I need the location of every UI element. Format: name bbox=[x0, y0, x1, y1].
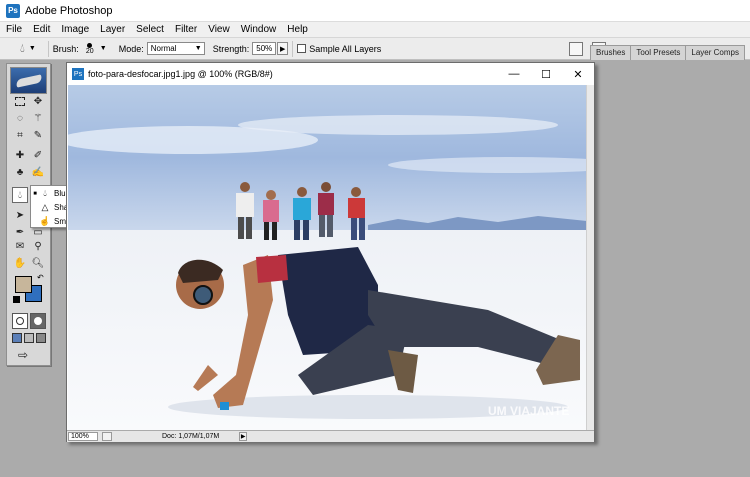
chevron-down-icon: ▼ bbox=[194, 45, 202, 52]
palette-well: Brushes Tool Presets Layer Comps bbox=[590, 42, 745, 60]
menu-select[interactable]: Select bbox=[131, 24, 169, 35]
palette-well-icon[interactable] bbox=[569, 41, 584, 56]
document-window: Ps foto-para-desfocar.jpg1.jpg @ 100% (R… bbox=[66, 62, 595, 442]
brush-label: Brush: bbox=[52, 43, 79, 54]
strength-label: Strength: bbox=[212, 43, 250, 54]
eyedropper-tool-icon[interactable]: ⚲ bbox=[30, 238, 46, 254]
tab-brushes[interactable]: Brushes bbox=[590, 45, 632, 60]
app-title-bar: Ps Adobe Photoshop bbox=[0, 0, 750, 22]
history-brush-tool-icon[interactable]: ✍ bbox=[30, 164, 46, 180]
toolbox-header-logo[interactable] bbox=[10, 67, 47, 94]
circle-icon bbox=[16, 317, 24, 325]
hand-tool-icon[interactable]: ✋ bbox=[12, 255, 28, 271]
jump-to-imageready-icon[interactable]: ⇨ bbox=[15, 347, 31, 363]
zoom-field[interactable]: 100% bbox=[68, 432, 98, 441]
slice-tool-icon[interactable]: ✎ bbox=[30, 127, 46, 143]
blur-drop-icon: 💧︎ bbox=[43, 188, 47, 198]
tab-tool-presets[interactable]: Tool Presets bbox=[630, 45, 687, 60]
document-title: foto-para-desfocar.jpg1.jpg @ 100% (RGB/… bbox=[88, 69, 273, 79]
menu-image[interactable]: Image bbox=[56, 24, 94, 35]
document-title-bar[interactable]: Ps foto-para-desfocar.jpg1.jpg @ 100% (R… bbox=[67, 63, 594, 85]
status-menu-arrow-icon[interactable]: ▶ bbox=[239, 432, 248, 441]
healing-brush-tool-icon[interactable]: ✚ bbox=[12, 147, 28, 163]
path-selection-tool-icon[interactable]: ➤ bbox=[12, 207, 28, 223]
menu-bar: File Edit Image Layer Select Filter View… bbox=[0, 22, 750, 38]
maximize-icon[interactable]: ☐ bbox=[530, 68, 562, 81]
document-ps-icon: Ps bbox=[72, 68, 84, 80]
doc-size-info: Doc: 1,07M/1,07M bbox=[162, 433, 220, 440]
menu-view[interactable]: View bbox=[203, 24, 235, 35]
default-colors-icon[interactable] bbox=[13, 296, 20, 303]
brush-tool-icon[interactable]: ✐ bbox=[30, 147, 46, 163]
separator bbox=[47, 40, 49, 57]
notes-tool-icon[interactable]: ✉ bbox=[12, 238, 28, 254]
status-options-icon[interactable] bbox=[102, 432, 112, 441]
move-tool-icon[interactable]: ✥ bbox=[30, 93, 46, 109]
vertical-scrollbar[interactable] bbox=[586, 85, 594, 430]
swap-colors-icon[interactable]: ↶ bbox=[37, 273, 44, 282]
lasso-tool-icon[interactable]: ◌ bbox=[12, 110, 28, 126]
menu-help[interactable]: Help bbox=[282, 24, 313, 35]
menu-file[interactable]: File bbox=[1, 24, 27, 35]
photo-salt-flat-people: UM VIAJANTE bbox=[68, 85, 587, 430]
clone-stamp-tool-icon[interactable]: ♣ bbox=[12, 164, 28, 180]
full-screen-mode-icon[interactable] bbox=[36, 333, 46, 343]
marquee-tool-icon[interactable] bbox=[12, 93, 28, 109]
mode-label: Mode: bbox=[118, 43, 144, 54]
menu-window[interactable]: Window bbox=[236, 24, 282, 35]
mode-value: Normal bbox=[150, 44, 177, 53]
full-screen-menu-mode-icon[interactable] bbox=[24, 333, 34, 343]
menu-filter[interactable]: Filter bbox=[170, 24, 202, 35]
quick-mask-mode-icon[interactable] bbox=[30, 313, 46, 329]
photoshop-app: Ps Adobe Photoshop File Edit Image Layer… bbox=[0, 0, 750, 477]
sample-all-layers-label: Sample All Layers bbox=[309, 43, 382, 54]
separator bbox=[292, 40, 294, 57]
brush-picker-arrow-icon[interactable]: ▼ bbox=[100, 45, 107, 52]
watermark-text: UM VIAJANTE bbox=[488, 404, 569, 418]
smudge-finger-icon: ☝ bbox=[39, 216, 51, 226]
marquee-icon bbox=[15, 96, 25, 106]
menu-edit[interactable]: Edit bbox=[28, 24, 55, 35]
brush-picker[interactable]: 20 bbox=[82, 42, 98, 55]
close-icon[interactable]: ✕ bbox=[562, 68, 594, 81]
standard-screen-mode-icon[interactable] bbox=[12, 333, 22, 343]
zoom-tool-icon[interactable]: 🔍︎ bbox=[30, 255, 46, 271]
tool-preset-arrow-icon[interactable]: ▼ bbox=[29, 45, 36, 52]
strength-input[interactable]: 50% bbox=[252, 42, 277, 55]
strength-slider-arrow-icon[interactable]: ▶ bbox=[277, 42, 289, 55]
selected-bullet-icon: ■ bbox=[33, 190, 37, 197]
sharpen-triangle-icon: △ bbox=[41, 202, 49, 212]
feather-icon bbox=[14, 73, 43, 88]
app-title: Adobe Photoshop bbox=[25, 4, 113, 17]
menu-layer[interactable]: Layer bbox=[95, 24, 130, 35]
status-bar: 100% Doc: 1,07M/1,07M ▶ bbox=[67, 430, 594, 442]
standard-mode-icon[interactable] bbox=[12, 313, 28, 329]
foreground-color-swatch[interactable] bbox=[15, 276, 32, 293]
tab-layer-comps[interactable]: Layer Comps bbox=[685, 45, 745, 60]
circle-icon bbox=[34, 317, 42, 325]
strength-value: 50% bbox=[256, 44, 273, 53]
crop-tool-icon[interactable]: ⌗ bbox=[12, 127, 28, 143]
blur-tool-preset-icon[interactable]: 💧︎ bbox=[20, 41, 25, 56]
image-canvas[interactable]: UM VIAJANTE bbox=[68, 85, 587, 430]
brush-size: 20 bbox=[85, 47, 94, 55]
photoshop-logo-icon: Ps bbox=[6, 3, 20, 18]
mode-select[interactable]: Normal ▼ bbox=[146, 42, 205, 55]
minimize-icon[interactable]: — bbox=[498, 68, 530, 80]
magic-wand-tool-icon[interactable]: ⚚ bbox=[30, 110, 46, 126]
sample-all-layers-checkbox[interactable] bbox=[297, 44, 307, 53]
blur-tool-icon[interactable]: 💧︎ bbox=[12, 187, 28, 203]
